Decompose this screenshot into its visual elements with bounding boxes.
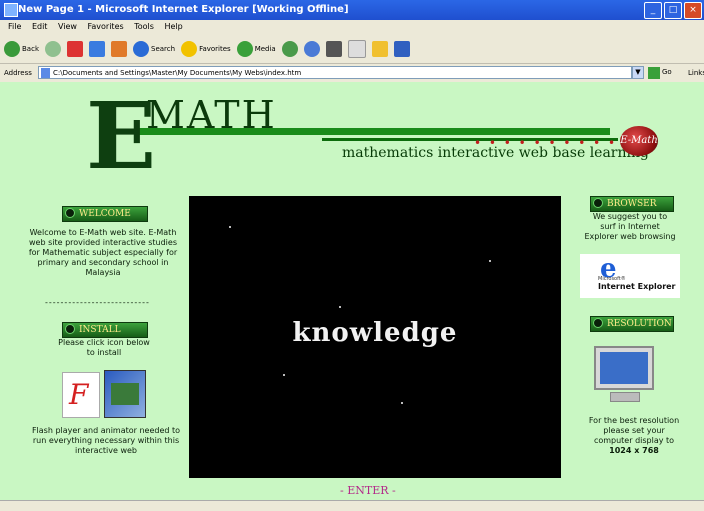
status-bar (0, 500, 704, 511)
refresh-icon[interactable] (89, 40, 105, 57)
divider-line: --------------------------- (45, 298, 150, 307)
welcome-heading: WELCOME (62, 206, 148, 222)
home-icon[interactable] (111, 40, 127, 57)
site-tagline: mathematics interactive web base learnin… (342, 145, 649, 161)
flash-requirement-text: Flash player and animator needed to run … (31, 426, 181, 455)
favorites-label: Favorites (199, 44, 231, 53)
back-label: Back (22, 44, 39, 53)
history-icon[interactable] (281, 40, 298, 57)
ie-app-icon (4, 3, 18, 17)
install-text: Please click icon below to install (58, 338, 150, 357)
monitor-desktop (600, 352, 648, 384)
bullet-icon (65, 208, 75, 218)
close-button[interactable]: × (684, 2, 702, 19)
star-dot (401, 402, 403, 404)
forward-button[interactable] (45, 40, 61, 57)
edit-icon[interactable] (347, 39, 366, 58)
menu-help[interactable]: Help (164, 22, 182, 31)
menu-favorites[interactable]: Favorites (88, 22, 124, 31)
print-icon[interactable] (325, 40, 342, 57)
browser-heading: BROWSER (590, 196, 674, 212)
star-dot (283, 374, 285, 376)
menu-tools[interactable]: Tools (134, 22, 154, 31)
menu-edit[interactable]: Edit (32, 22, 48, 31)
folder-icon[interactable] (371, 40, 388, 57)
flash-animator-icon[interactable] (104, 370, 146, 418)
star-icon (181, 40, 198, 57)
bullet-icon (593, 198, 603, 208)
address-label: Address (4, 69, 32, 77)
go-button[interactable]: Go (648, 66, 672, 79)
animator-box-art (111, 383, 139, 405)
minimize-button[interactable]: _ (644, 2, 662, 19)
go-arrow-icon (648, 66, 660, 79)
resolution-heading: RESOLUTION (590, 316, 674, 332)
welcome-text: Welcome to E-Math web site. E-Math web s… (28, 228, 178, 277)
search-label: Search (151, 44, 176, 53)
menu-view[interactable]: View (58, 22, 77, 31)
mail-icon[interactable] (303, 40, 320, 57)
flash-player-icon[interactable]: F (62, 372, 100, 418)
stop-icon[interactable] (67, 40, 83, 57)
monitor-icon (594, 346, 654, 402)
back-button[interactable]: Back (4, 40, 39, 57)
star-dot (339, 306, 341, 308)
monitor-screen (594, 346, 654, 390)
page-content: E MATH • • • • • • • • • • mathematics i… (0, 82, 704, 500)
address-input[interactable]: C:\Documents and Settings\Master\My Docu… (38, 66, 632, 79)
media-icon (236, 40, 253, 57)
forward-arrow-icon (45, 40, 61, 57)
install-heading: INSTALL (62, 322, 148, 338)
enter-link[interactable]: - ENTER - (340, 484, 396, 497)
window-controls: _ □ × (644, 2, 702, 19)
maximize-button[interactable]: □ (664, 2, 682, 19)
resolution-value: 1024 x 768 (609, 446, 659, 455)
menu-bar: File Edit View Favorites Tools Help (0, 20, 704, 34)
back-arrow-icon (4, 40, 20, 57)
media-label: Media (254, 44, 276, 53)
bullet-icon (65, 324, 75, 334)
address-url: C:\Documents and Settings\Master\My Docu… (53, 69, 302, 77)
logo-math-text: MATH (146, 93, 277, 137)
messenger-icon[interactable] (393, 40, 410, 57)
star-dot (489, 260, 491, 262)
animated-word: knowledge (292, 318, 458, 348)
star-dot (229, 226, 231, 228)
media-button[interactable]: Media (236, 40, 276, 57)
browser-text: We suggest you to surf in Internet Explo… (584, 212, 676, 241)
bullet-icon (593, 318, 603, 328)
page-icon (41, 68, 50, 78)
search-icon (133, 40, 149, 57)
intro-animation-panel: knowledge (189, 196, 561, 478)
search-button[interactable]: Search (133, 40, 176, 57)
resolution-text: For the best resolution please set your … (588, 416, 680, 445)
monitor-stand (610, 392, 640, 402)
links-button[interactable]: Links (688, 64, 704, 82)
window-title: New Page 1 - Microsoft Internet Explorer… (18, 4, 349, 15)
address-bar: Address C:\Documents and Settings\Master… (0, 64, 704, 82)
address-dropdown-button[interactable]: ▼ (632, 66, 644, 79)
favorites-button[interactable]: Favorites (181, 40, 231, 57)
standard-toolbar: Back Search Favorites Media (0, 34, 704, 64)
internet-explorer-logo[interactable]: e Microsoft® Internet Explorer (580, 254, 680, 298)
ie-name-label: Internet Explorer (598, 282, 676, 291)
menu-file[interactable]: File (8, 22, 21, 31)
emath-badge-logo: E-Math (620, 126, 658, 156)
window-titlebar: New Page 1 - Microsoft Internet Explorer… (0, 0, 704, 20)
go-label: Go (662, 68, 672, 76)
